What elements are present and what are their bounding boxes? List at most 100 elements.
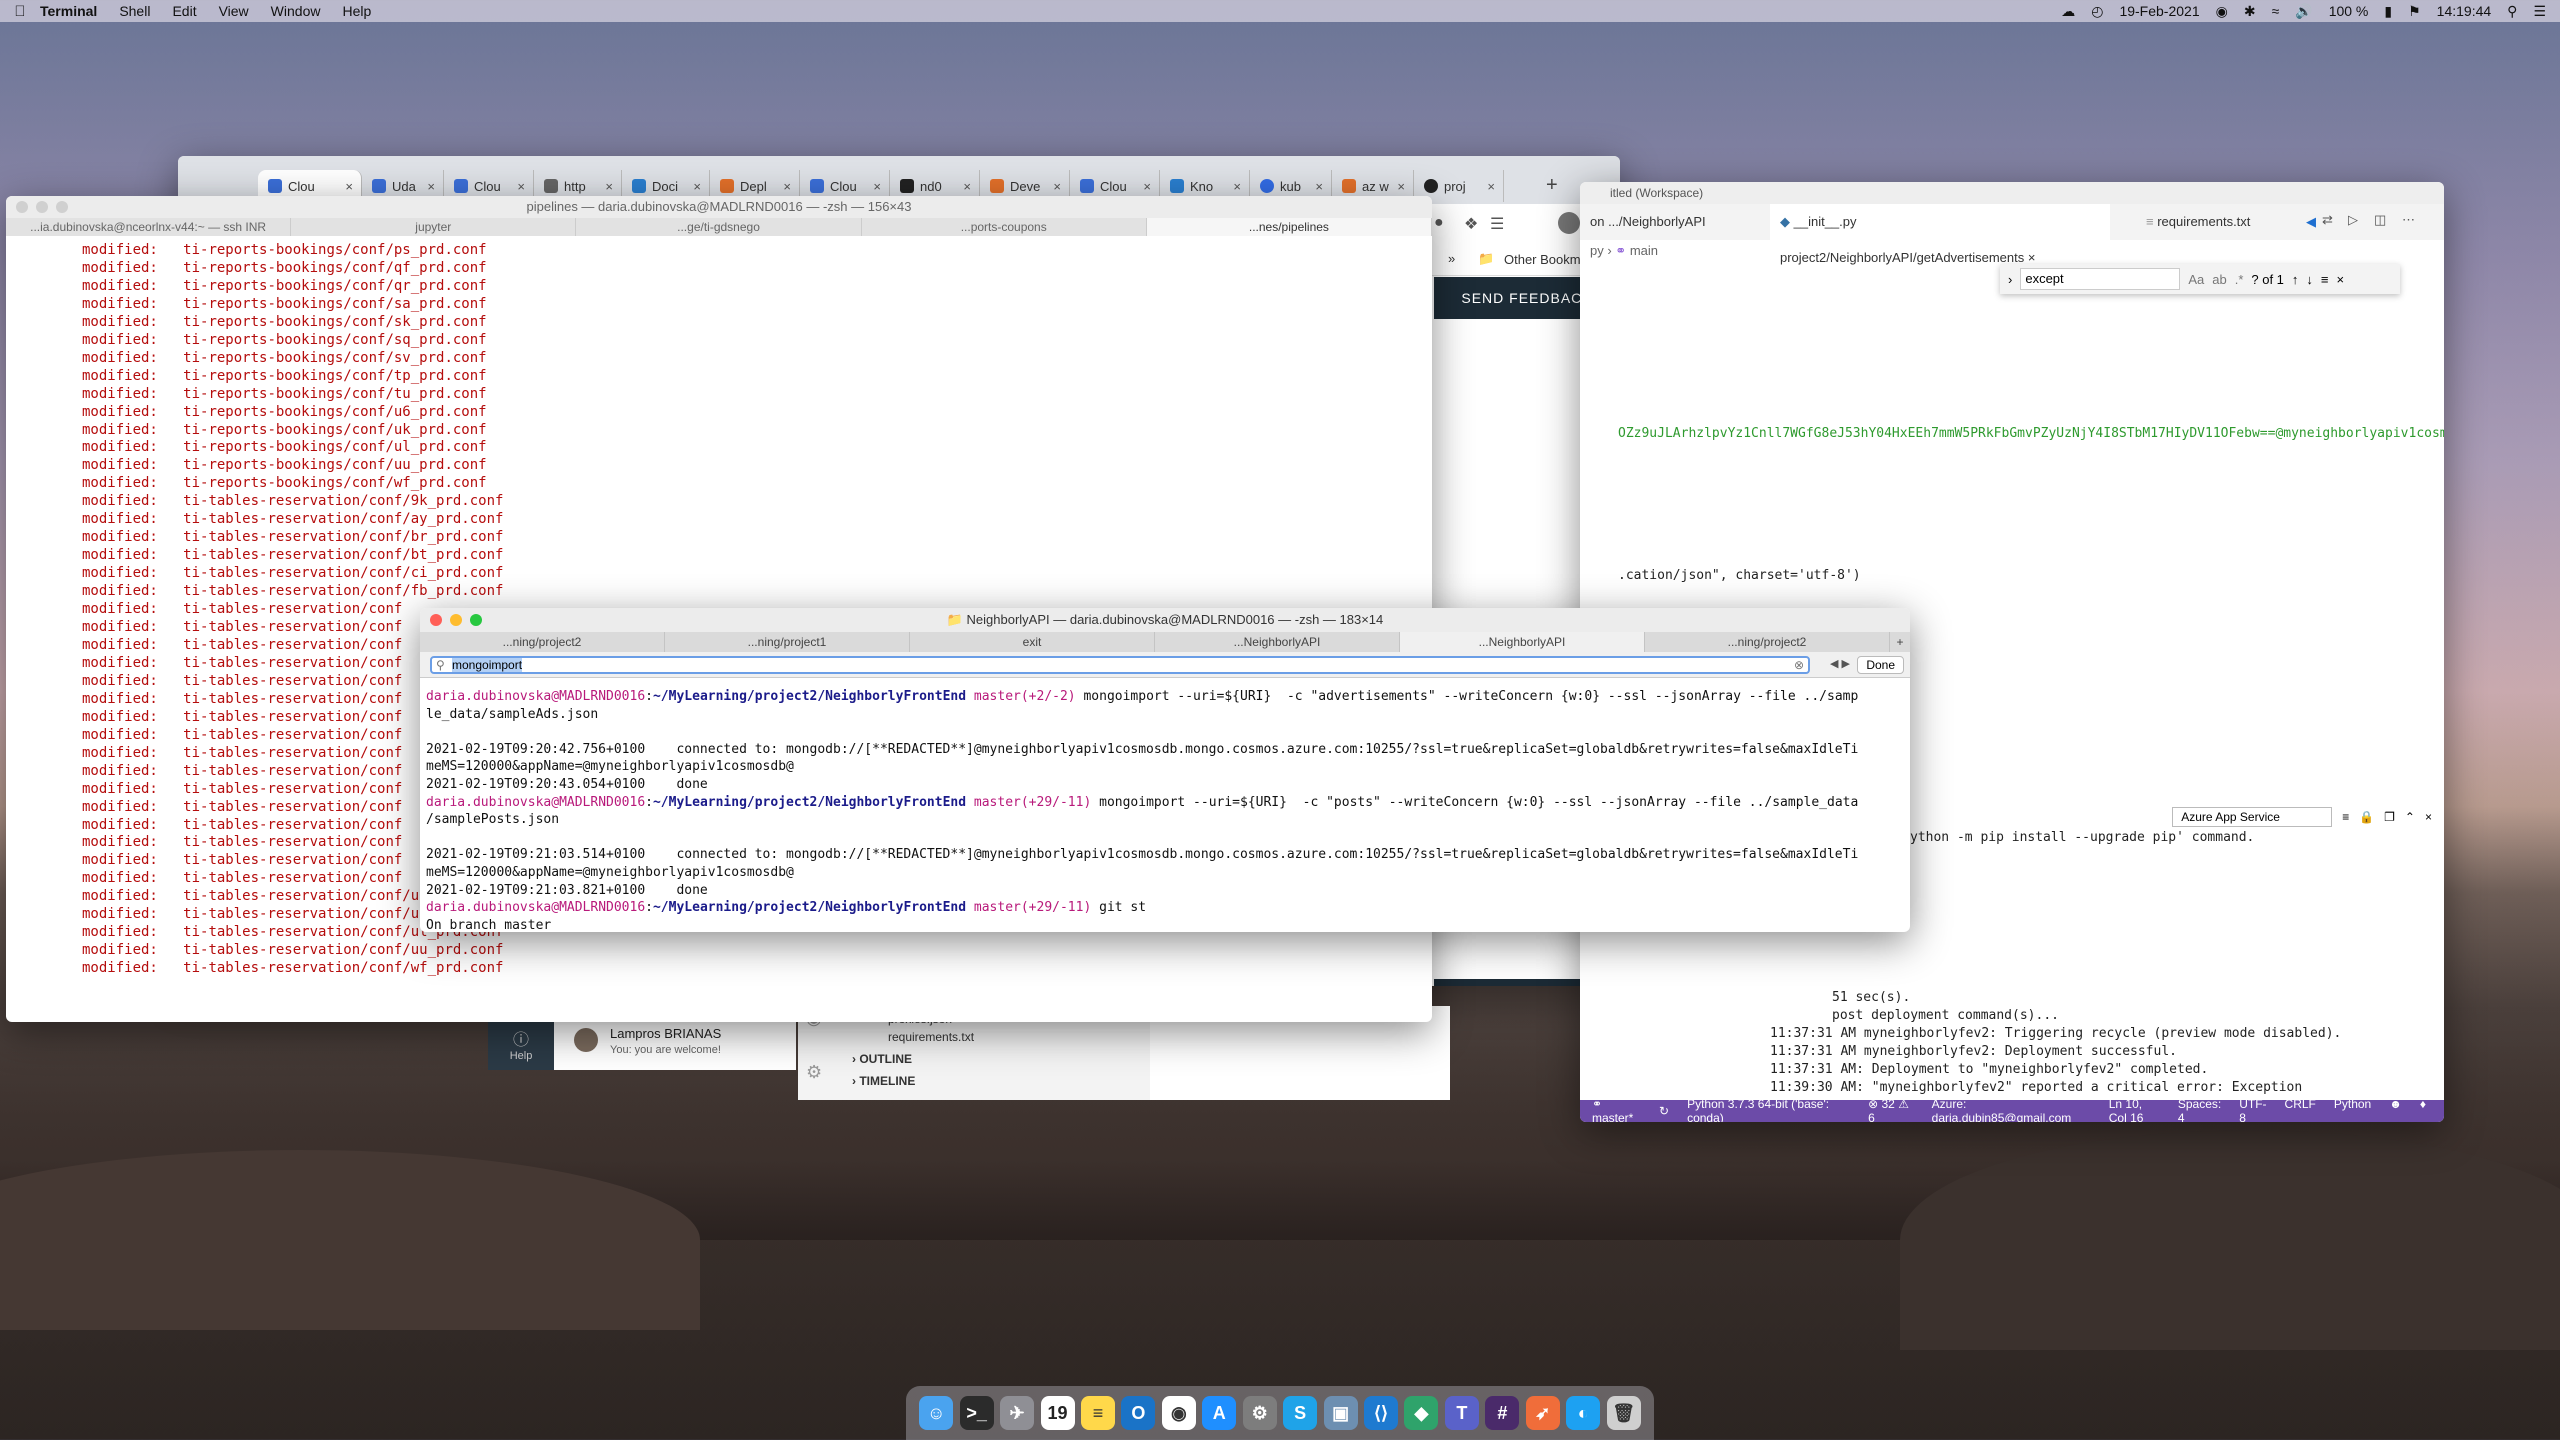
close-tab-icon[interactable]: ×: [963, 179, 971, 194]
menu-help[interactable]: Help: [342, 3, 371, 19]
line-ending[interactable]: CRLF: [2285, 1097, 2316, 1122]
find-nav[interactable]: ◀ ▶: [1830, 657, 1850, 670]
menubar-time[interactable]: 14:19:44: [2437, 3, 2492, 19]
minimize-button[interactable]: [450, 614, 462, 626]
terminal-tab[interactable]: ...ia.dubinovska@nceorlnx-v44:~ — ssh IN…: [6, 218, 292, 236]
volume-icon[interactable]: 🔊: [2295, 3, 2312, 20]
close-button[interactable]: [430, 614, 442, 626]
new-tab-button[interactable]: +: [1546, 174, 1558, 197]
close-tab-icon[interactable]: ×: [1315, 179, 1323, 194]
done-button[interactable]: Done: [1857, 656, 1904, 674]
azure-account[interactable]: Azure: daria.dubin85@gmail.com: [1932, 1097, 2091, 1122]
battery-icon[interactable]: ▮: [2384, 3, 2392, 20]
extension-icon[interactable]: ●: [1434, 214, 1444, 232]
close-button[interactable]: [16, 201, 28, 213]
terminal-tab-active[interactable]: ...NeighborlyAPI: [1400, 632, 1645, 652]
regex-icon[interactable]: .*: [2235, 272, 2244, 287]
problems-status[interactable]: ⊗ 32 ⚠ 6: [1868, 1097, 1914, 1122]
terminal-tab[interactable]: ...ning/project2: [420, 632, 665, 652]
close-tab-icon[interactable]: ×: [873, 179, 881, 194]
calendar-icon[interactable]: 19: [1040, 1396, 1075, 1430]
bell-icon[interactable]: ♦: [2420, 1097, 2426, 1122]
preview-icon[interactable]: ▣: [1323, 1396, 1358, 1430]
split-editor-icon[interactable]: ◫: [2374, 212, 2386, 228]
indentation[interactable]: Spaces: 4: [2178, 1097, 2221, 1122]
output-channel-select[interactable]: Azure App Service: [2172, 807, 2333, 827]
gear-icon[interactable]: ⚙: [806, 1062, 822, 1083]
terminal-output[interactable]: daria.dubinovska@MADLRND0016:~/MyLearnin…: [426, 688, 1896, 932]
slack-icon[interactable]: #: [1485, 1396, 1520, 1430]
close-tab-icon[interactable]: ×: [345, 179, 353, 194]
more-actions-icon[interactable]: ⋯: [2402, 212, 2415, 228]
help-button[interactable]: ⓘ Help: [488, 1022, 554, 1070]
puzzle-icon[interactable]: ❖: [1464, 214, 1478, 234]
apple-menu-icon[interactable]: : [0, 3, 40, 20]
find-input[interactable]: except: [2020, 268, 2181, 290]
cursor-position[interactable]: Ln 10, Col 16: [2109, 1097, 2160, 1122]
terminal-tab[interactable]: ...ge/ti-gdsnego: [576, 218, 862, 236]
arrow-up-icon[interactable]: ↑: [2292, 272, 2299, 287]
chat-contact-name[interactable]: Lampros BRIANAS: [610, 1026, 721, 1041]
editor-tab[interactable]: on .../NeighborlyAPI: [1580, 204, 1716, 240]
close-tab-icon[interactable]: ×: [693, 179, 701, 194]
sync-icon[interactable]: ↻: [1659, 1104, 1669, 1118]
pycharm-icon[interactable]: ◆: [1404, 1396, 1439, 1430]
split-icon[interactable]: ◀: [2306, 214, 2316, 230]
terminal-tab[interactable]: ...ning/project1: [665, 632, 910, 652]
appstore-icon[interactable]: A: [1202, 1396, 1237, 1430]
close-tab-icon[interactable]: ×: [783, 179, 791, 194]
vscode-icon[interactable]: ⟨⟩: [1364, 1396, 1399, 1430]
clear-icon[interactable]: ⊗: [1794, 658, 1804, 672]
python-interpreter[interactable]: Python 3.7.3 64-bit ('base': conda): [1687, 1097, 1850, 1122]
finder-icon[interactable]: ☺: [919, 1396, 954, 1430]
menu-app-name[interactable]: Terminal: [40, 3, 97, 19]
close-tab-icon[interactable]: ×: [427, 179, 435, 194]
terminal-icon[interactable]: >_: [959, 1396, 994, 1430]
bluetooth-icon[interactable]: ✱: [2244, 3, 2256, 20]
close-tab-icon[interactable]: ×: [1487, 179, 1495, 194]
branch-status[interactable]: ⚭ master*: [1592, 1097, 1641, 1122]
minimize-button[interactable]: [36, 201, 48, 213]
encoding[interactable]: UTF-8: [2239, 1097, 2266, 1122]
flag-icon[interactable]: ⚑: [2408, 3, 2421, 20]
outline-section[interactable]: › OUTLINE: [852, 1052, 912, 1066]
control-center-icon[interactable]: ☰: [2533, 3, 2546, 20]
compare-icon[interactable]: ⇄: [2322, 212, 2333, 228]
menubar-date[interactable]: 19-Feb-2021: [2119, 3, 2199, 19]
copy-icon[interactable]: ❐: [2384, 810, 2395, 824]
status-icon[interactable]: ◉: [2216, 3, 2228, 20]
skype-icon[interactable]: S: [1283, 1396, 1318, 1430]
editor-tab-active[interactable]: ◆ __init__.py project2/NeighborlyAPI/get…: [1770, 204, 2110, 265]
terminal-tab[interactable]: exit: [910, 632, 1155, 652]
lock-icon[interactable]: 🔒: [2359, 810, 2374, 824]
terminal-tab[interactable]: ...ports-coupons: [862, 218, 1147, 236]
terminal-tab[interactable]: ...NeighborlyAPI: [1155, 632, 1400, 652]
terminal-tab[interactable]: jupyter: [291, 218, 577, 236]
chevron-right-icon[interactable]: »: [1448, 251, 1455, 266]
close-tab-icon[interactable]: ×: [1143, 179, 1151, 194]
close-icon[interactable]: ×: [2425, 810, 2432, 824]
arrow-down-icon[interactable]: ↓: [2306, 272, 2313, 287]
selection-icon[interactable]: ≡: [2321, 272, 2329, 287]
terminal-tab[interactable]: ...ning/project2: [1645, 632, 1890, 652]
feedback-icon[interactable]: ☻: [2389, 1097, 2402, 1122]
trash-icon[interactable]: 🗑: [1606, 1396, 1641, 1430]
close-tab-icon[interactable]: ×: [517, 179, 525, 194]
zoom-button[interactable]: [470, 614, 482, 626]
language-mode[interactable]: Python: [2334, 1097, 2371, 1122]
find-input[interactable]: ⚲ mongoimport ⊗: [430, 656, 1810, 674]
list-icon[interactable]: ≡: [2342, 810, 2349, 824]
notes-icon[interactable]: ≡: [1080, 1396, 1115, 1430]
avatar[interactable]: [1558, 212, 1580, 234]
menu-window[interactable]: Window: [271, 3, 321, 19]
run-icon[interactable]: ▷: [2348, 212, 2358, 228]
menu-shell[interactable]: Shell: [119, 3, 150, 19]
close-tab-icon[interactable]: ×: [605, 179, 613, 194]
menu-view[interactable]: View: [219, 3, 249, 19]
wifi-icon[interactable]: ≈: [2272, 3, 2280, 19]
chevron-up-icon[interactable]: ⌃: [2405, 810, 2415, 824]
playlist-icon[interactable]: ☰: [1490, 214, 1504, 234]
preferences-icon[interactable]: ⚙: [1242, 1396, 1277, 1430]
menu-edit[interactable]: Edit: [172, 3, 196, 19]
new-tab-button[interactable]: +: [1890, 632, 1910, 652]
